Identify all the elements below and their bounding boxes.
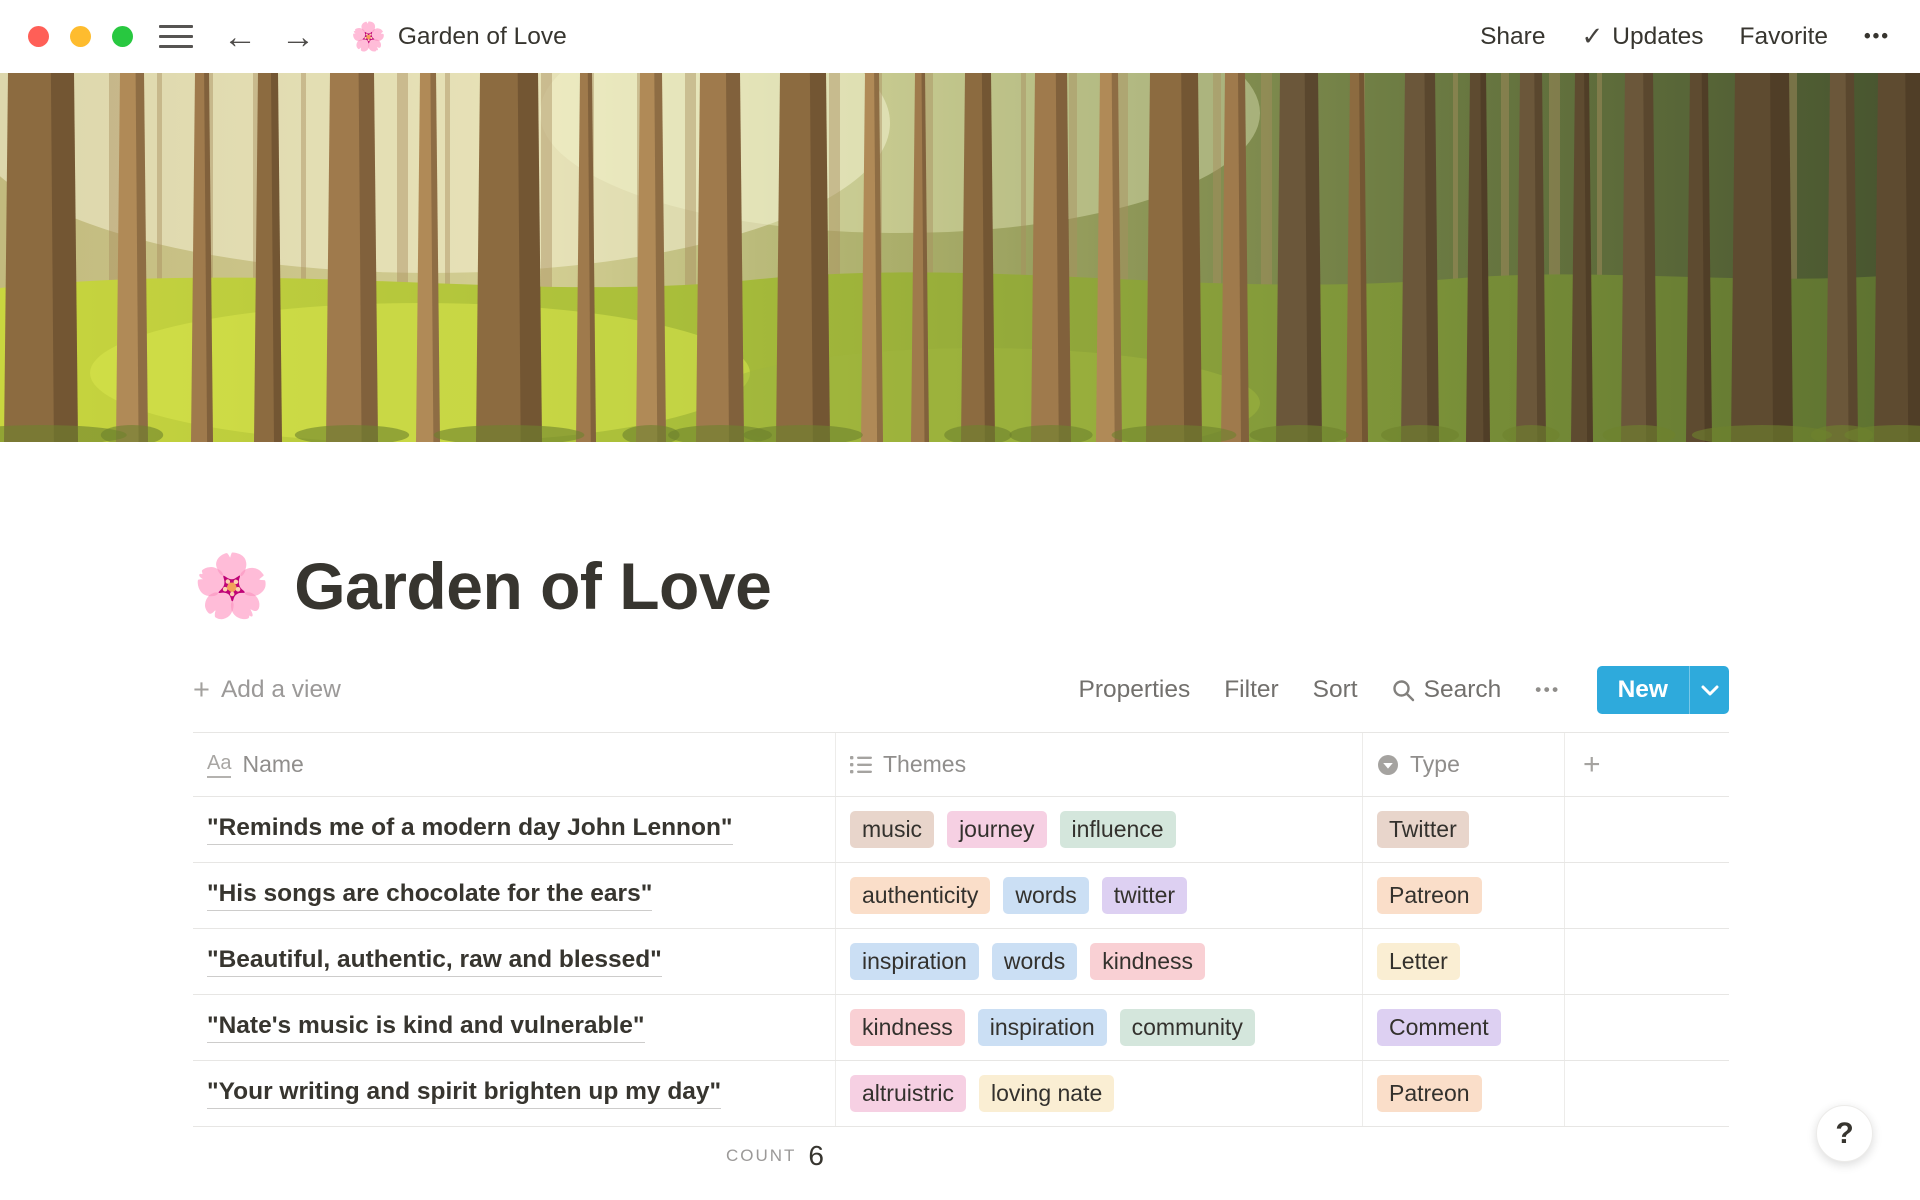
title-property-icon: Aa bbox=[207, 752, 231, 778]
row-themes-cell[interactable]: kindness inspiration community bbox=[836, 995, 1363, 1060]
view-toolbar: + Add a view Properties Filter Sort Sear… bbox=[193, 666, 1729, 714]
theme-tag[interactable]: authenticity bbox=[850, 877, 990, 914]
plus-icon: + bbox=[193, 676, 210, 705]
column-label: Type bbox=[1410, 751, 1460, 778]
row-name-cell[interactable]: "Your writing and spirit brighten up my … bbox=[193, 1061, 836, 1126]
theme-tag[interactable]: kindness bbox=[850, 1009, 965, 1046]
database-table: Aa Name Themes Type bbox=[193, 732, 1729, 1185]
sidebar-menu-icon[interactable] bbox=[159, 25, 193, 48]
search-button[interactable]: Search bbox=[1392, 676, 1502, 704]
row-themes-cell[interactable]: authenticity words twitter bbox=[836, 863, 1363, 928]
column-header-themes[interactable]: Themes bbox=[836, 733, 1363, 796]
page-title-text[interactable]: Garden of Love bbox=[294, 548, 771, 624]
row-name-cell[interactable]: "Beautiful, authentic, raw and blessed" bbox=[193, 929, 836, 994]
row-empty-cell bbox=[1565, 929, 1729, 994]
theme-tag[interactable]: inspiration bbox=[978, 1009, 1107, 1046]
table-row[interactable]: "Nate's music is kind and vulnerable"kin… bbox=[193, 995, 1729, 1061]
theme-tag[interactable]: loving nate bbox=[979, 1075, 1114, 1112]
table-row[interactable]: "His songs are chocolate for the ears"au… bbox=[193, 863, 1729, 929]
titlebar: ← → 🌸 Garden of Love Share ✓ Updates Fav… bbox=[0, 0, 1920, 73]
cover-image[interactable] bbox=[0, 73, 1920, 442]
type-tag[interactable]: Comment bbox=[1377, 1009, 1501, 1046]
sort-button[interactable]: Sort bbox=[1313, 676, 1358, 704]
more-options-icon[interactable]: ••• bbox=[1864, 26, 1890, 48]
help-button[interactable]: ? bbox=[1816, 1105, 1873, 1162]
app-window: ← → 🌸 Garden of Love Share ✓ Updates Fav… bbox=[0, 0, 1920, 1200]
theme-tag[interactable]: twitter bbox=[1102, 877, 1187, 914]
page-title[interactable]: 🌸 Garden of Love bbox=[193, 548, 1920, 624]
view-more-options-icon[interactable]: ••• bbox=[1535, 680, 1560, 700]
forward-arrow-icon[interactable]: → bbox=[281, 20, 315, 54]
window-controls bbox=[28, 26, 133, 47]
theme-tag[interactable]: kindness bbox=[1090, 943, 1205, 980]
add-column-button[interactable]: + bbox=[1565, 733, 1729, 796]
favorite-button[interactable]: Favorite bbox=[1740, 23, 1829, 51]
table-header-row: Aa Name Themes Type bbox=[193, 733, 1729, 797]
add-view-label: Add a view bbox=[221, 676, 341, 704]
page-content: 🌸 Garden of Love + Add a view Properties… bbox=[0, 548, 1920, 1185]
theme-tag[interactable]: words bbox=[1003, 877, 1088, 914]
theme-tag[interactable]: community bbox=[1120, 1009, 1255, 1046]
filter-button[interactable]: Filter bbox=[1224, 676, 1278, 704]
theme-tag[interactable]: music bbox=[850, 811, 934, 848]
page-emoji-icon[interactable]: 🌸 bbox=[193, 550, 270, 623]
row-themes-cell[interactable]: inspiration words kindness bbox=[836, 929, 1363, 994]
close-window-button[interactable] bbox=[28, 26, 49, 47]
count-label: COUNT bbox=[726, 1146, 796, 1166]
row-themes-cell[interactable]: altruistric loving nate bbox=[836, 1061, 1363, 1126]
minimize-window-button[interactable] bbox=[70, 26, 91, 47]
column-header-name[interactable]: Aa Name bbox=[193, 733, 836, 796]
row-empty-cell bbox=[1565, 995, 1729, 1060]
new-button-label[interactable]: New bbox=[1597, 666, 1689, 714]
theme-tag[interactable]: altruistric bbox=[850, 1075, 966, 1112]
row-name-cell[interactable]: "Reminds me of a modern day John Lennon" bbox=[193, 797, 836, 862]
check-icon: ✓ bbox=[1581, 21, 1603, 52]
row-type-cell[interactable]: Twitter bbox=[1363, 797, 1565, 862]
plus-icon: + bbox=[1579, 748, 1601, 782]
theme-tag[interactable]: journey bbox=[947, 811, 1046, 848]
select-property-icon bbox=[1377, 754, 1399, 776]
count-value: 6 bbox=[808, 1140, 824, 1172]
type-tag[interactable]: Patreon bbox=[1377, 877, 1482, 914]
theme-tag[interactable]: influence bbox=[1060, 811, 1176, 848]
row-name-cell[interactable]: "His songs are chocolate for the ears" bbox=[193, 863, 836, 928]
table-row[interactable]: "Reminds me of a modern day John Lennon"… bbox=[193, 797, 1729, 863]
row-type-cell[interactable]: Patreon bbox=[1363, 863, 1565, 928]
type-tag[interactable]: Twitter bbox=[1377, 811, 1469, 848]
row-themes-cell[interactable]: music journey influence bbox=[836, 797, 1363, 862]
row-empty-cell bbox=[1565, 863, 1729, 928]
type-tag[interactable]: Letter bbox=[1377, 943, 1460, 980]
new-button[interactable]: New bbox=[1597, 666, 1729, 714]
row-type-cell[interactable]: Patreon bbox=[1363, 1061, 1565, 1126]
properties-button[interactable]: Properties bbox=[1079, 676, 1191, 704]
table-row[interactable]: "Beautiful, authentic, raw and blessed"i… bbox=[193, 929, 1729, 995]
zoom-window-button[interactable] bbox=[112, 26, 133, 47]
forest-cover-illustration bbox=[0, 73, 1920, 442]
search-label: Search bbox=[1424, 676, 1502, 704]
share-button[interactable]: Share bbox=[1480, 23, 1545, 51]
chevron-down-icon[interactable] bbox=[1689, 666, 1729, 714]
theme-tag[interactable]: inspiration bbox=[850, 943, 979, 980]
add-view-button[interactable]: + Add a view bbox=[193, 676, 341, 705]
updates-button[interactable]: ✓ Updates bbox=[1581, 21, 1703, 52]
count-row[interactable]: COUNT 6 bbox=[193, 1127, 836, 1185]
theme-tag[interactable]: words bbox=[992, 943, 1077, 980]
column-label: Themes bbox=[883, 751, 966, 778]
column-label: Name bbox=[242, 751, 303, 778]
titlebar-page-title: Garden of Love bbox=[398, 23, 567, 51]
table-body: "Reminds me of a modern day John Lennon"… bbox=[193, 797, 1729, 1127]
row-empty-cell bbox=[1565, 1061, 1729, 1126]
page-emoji-icon: 🌸 bbox=[351, 20, 386, 53]
row-type-cell[interactable]: Comment bbox=[1363, 995, 1565, 1060]
row-type-cell[interactable]: Letter bbox=[1363, 929, 1565, 994]
bulleted-list-icon bbox=[850, 755, 872, 774]
search-icon bbox=[1392, 679, 1415, 702]
type-tag[interactable]: Patreon bbox=[1377, 1075, 1482, 1112]
table-row[interactable]: "Your writing and spirit brighten up my … bbox=[193, 1061, 1729, 1127]
back-arrow-icon[interactable]: ← bbox=[223, 20, 257, 54]
column-header-type[interactable]: Type bbox=[1363, 733, 1565, 796]
updates-label: Updates bbox=[1612, 23, 1703, 51]
row-empty-cell bbox=[1565, 797, 1729, 862]
row-name-cell[interactable]: "Nate's music is kind and vulnerable" bbox=[193, 995, 836, 1060]
